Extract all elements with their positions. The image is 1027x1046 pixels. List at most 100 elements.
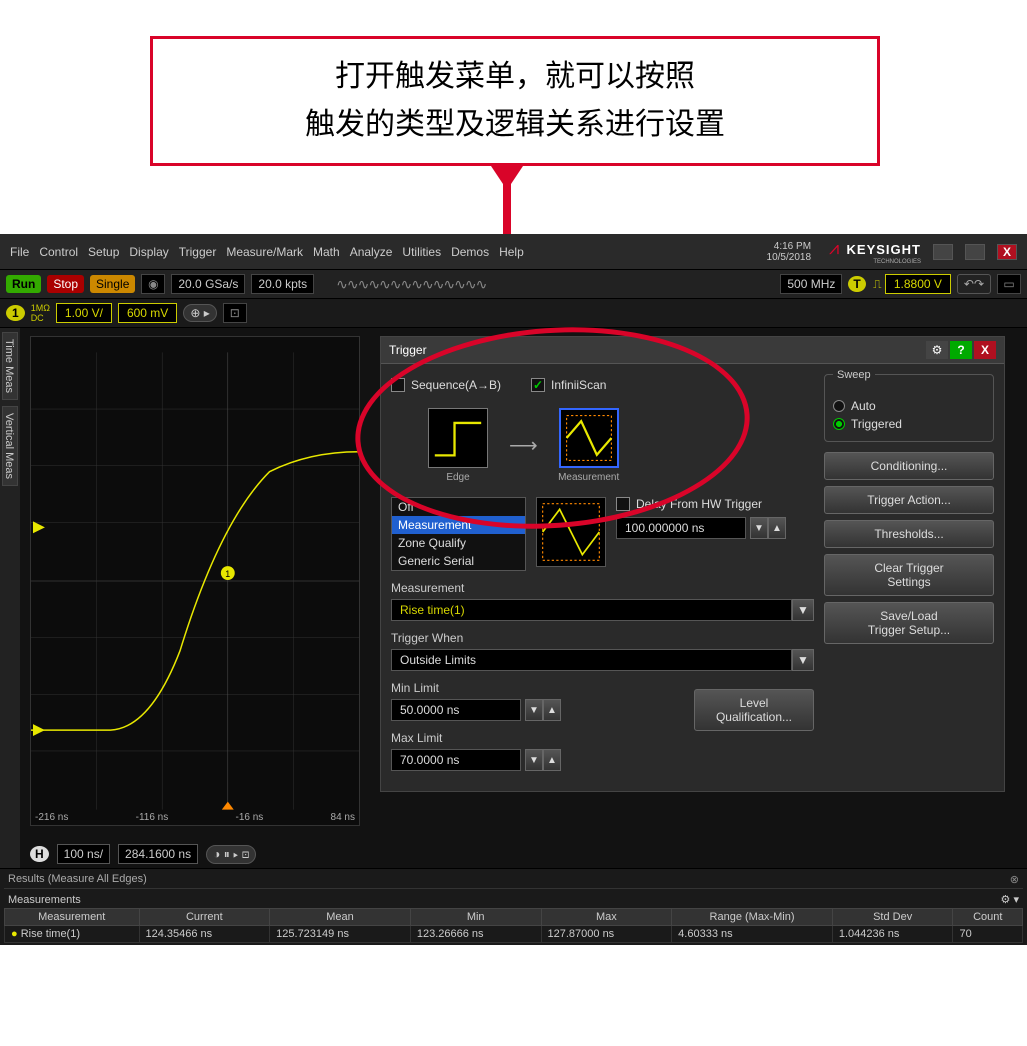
trigger-action-button[interactable]: Trigger Action... xyxy=(824,486,994,514)
infiniiscan-mode-list[interactable]: Off Measurement Zone Qualify Generic Ser… xyxy=(391,497,526,571)
menu-setup[interactable]: Setup xyxy=(88,245,119,259)
sweep-group: Sweep Auto Triggered xyxy=(824,374,994,442)
cell-name: Rise time(1) xyxy=(21,928,80,940)
down-arrow-icon[interactable]: ▼ xyxy=(525,699,543,721)
tab-time-meas[interactable]: Time Meas xyxy=(2,332,18,400)
chevron-down-icon[interactable]: ▼ xyxy=(792,649,814,671)
up-arrow-icon[interactable]: ▲ xyxy=(543,699,561,721)
help-icon[interactable]: ? xyxy=(950,341,972,359)
delay-value-field[interactable]: 100.000000 ns xyxy=(616,517,746,539)
trigger-dialog-title-bar[interactable]: Trigger ⚙ ? X xyxy=(381,337,1004,364)
timebase-updown[interactable]: ◑ ⏸ ▸ ⊡ xyxy=(206,845,256,864)
up-arrow-icon[interactable]: ▲ xyxy=(768,517,786,539)
chevron-down-icon[interactable]: ▼ xyxy=(792,599,814,621)
trigger-indicator[interactable]: T ⎍ 1.8800 V xyxy=(848,277,950,292)
infiniiscan-label: InfiniiScan xyxy=(551,378,606,392)
xtick: -16 ns xyxy=(235,812,263,823)
delay-hw-trigger-checkbox[interactable]: Delay From HW Trigger xyxy=(616,497,786,511)
col-current[interactable]: Current xyxy=(139,909,270,926)
level-qualification-button[interactable]: Level Qualification... xyxy=(694,689,814,731)
down-arrow-icon[interactable]: ▼ xyxy=(525,749,543,771)
conditioning-button[interactable]: Conditioning... xyxy=(824,452,994,480)
row-marker-icon: ● xyxy=(11,928,18,940)
menu-help[interactable]: Help xyxy=(499,245,524,259)
updown-control[interactable]: ⊕ ▸ xyxy=(183,304,216,322)
waveform-thumbnail xyxy=(536,497,606,567)
col-stddev[interactable]: Std Dev xyxy=(832,909,953,926)
trigger-level-field[interactable]: 1.8800 V xyxy=(885,274,951,294)
gear-icon[interactable]: ⚙ xyxy=(926,341,948,359)
delay-label: Delay From HW Trigger xyxy=(636,497,762,511)
col-count[interactable]: Count xyxy=(953,909,1023,926)
autoscale-icon[interactable]: ◉ xyxy=(141,274,165,294)
undo-redo-buttons[interactable]: ↶↷ xyxy=(957,274,991,294)
single-button[interactable]: Single xyxy=(90,275,135,293)
table-row[interactable]: ● Rise time(1) 124.35466 ns 125.723149 n… xyxy=(5,926,1023,943)
bandwidth-field[interactable]: 500 MHz xyxy=(780,274,842,294)
menu-demos[interactable]: Demos xyxy=(451,245,489,259)
sweep-triggered-radio[interactable]: Triggered xyxy=(833,415,985,433)
timebase-scale-field[interactable]: 100 ns/ xyxy=(57,844,110,864)
sweep-auto-radio[interactable]: Auto xyxy=(833,397,985,415)
gear-icon[interactable]: ⚙ ▾ xyxy=(1001,893,1019,906)
save-load-trigger-button[interactable]: Save/Load Trigger Setup... xyxy=(824,602,994,644)
edge-node[interactable]: Edge xyxy=(421,408,495,483)
menu-measure-mark[interactable]: Measure/Mark xyxy=(226,245,303,259)
trigger-when-combo[interactable]: Outside Limits ▼ xyxy=(391,649,814,671)
down-arrow-icon[interactable]: ▼ xyxy=(750,517,768,539)
channel-offset-field[interactable]: 600 mV xyxy=(118,303,177,323)
trigger-when-value: Outside Limits xyxy=(391,649,792,671)
clear-trigger-button[interactable]: Clear Trigger Settings xyxy=(824,554,994,596)
menu-analyze[interactable]: Analyze xyxy=(350,245,393,259)
tab-vertical-meas[interactable]: Vertical Meas xyxy=(2,406,18,486)
add-channel-icon[interactable]: ⊡ xyxy=(223,303,247,323)
close-button[interactable]: X xyxy=(997,244,1017,260)
measurement-combo[interactable]: Rise time(1) ▼ xyxy=(391,599,814,621)
channel-scale-field[interactable]: 1.00 V/ xyxy=(56,303,112,323)
menu-file[interactable]: File xyxy=(10,245,29,259)
thresholds-button[interactable]: Thresholds... xyxy=(824,520,994,548)
list-item[interactable]: Off xyxy=(392,498,525,516)
horizontal-badge[interactable]: H xyxy=(30,846,49,862)
delay-spinner[interactable]: ▼ ▲ xyxy=(750,517,786,539)
run-button[interactable]: Run xyxy=(6,275,41,293)
memory-depth-field[interactable]: 20.0 kpts xyxy=(251,274,314,294)
col-measurement[interactable]: Measurement xyxy=(5,909,140,926)
col-max[interactable]: Max xyxy=(541,909,672,926)
measurement-node[interactable]: Measurement xyxy=(552,408,626,483)
waveform-grid[interactable]: 1 -216 ns -116 ns -16 ns 84 ns xyxy=(30,336,360,826)
min-limit-field[interactable]: 50.0000 ns xyxy=(391,699,521,721)
list-item[interactable]: Zone Qualify xyxy=(392,534,525,552)
main-area: Time Meas Vertical Meas 1 xyxy=(0,328,1027,868)
menu-math[interactable]: Math xyxy=(313,245,340,259)
infiniiscan-checkbox[interactable]: InfiniiScan xyxy=(531,378,606,392)
results-close-icon[interactable]: ⊗ xyxy=(1010,873,1019,886)
list-item[interactable]: Measurement xyxy=(392,516,525,534)
col-range[interactable]: Range (Max-Min) xyxy=(672,909,833,926)
layout-icon[interactable]: ▭ xyxy=(997,274,1021,294)
annotation-callout: 打开触发菜单，就可以按照 触发的类型及逻辑关系进行设置 xyxy=(150,36,880,166)
timebase-delay-field[interactable]: 284.1600 ns xyxy=(118,844,198,864)
cell-current: 124.35466 ns xyxy=(139,926,270,943)
menu-trigger[interactable]: Trigger xyxy=(179,245,217,259)
sample-rate-field[interactable]: 20.0 GSa/s xyxy=(171,274,245,294)
maximize-button[interactable] xyxy=(965,244,985,260)
cell-mean: 125.723149 ns xyxy=(270,926,411,943)
arrow-right-icon: ⟶ xyxy=(509,433,538,458)
xtick: -216 ns xyxy=(35,812,68,823)
menu-utilities[interactable]: Utilities xyxy=(402,245,441,259)
channel-1-badge[interactable]: 1 xyxy=(6,305,25,321)
dialog-close-icon[interactable]: X xyxy=(974,341,996,359)
sequence-checkbox[interactable]: Sequence(A→B) xyxy=(391,378,501,392)
menu-display[interactable]: Display xyxy=(129,245,168,259)
up-arrow-icon[interactable]: ▲ xyxy=(543,749,561,771)
list-item[interactable]: Generic Serial xyxy=(392,552,525,570)
min-limit-label: Min Limit xyxy=(391,681,684,695)
max-limit-field[interactable]: 70.0000 ns xyxy=(391,749,521,771)
menu-control[interactable]: Control xyxy=(39,245,78,259)
oscilloscope-app: File Control Setup Display Trigger Measu… xyxy=(0,234,1027,934)
col-min[interactable]: Min xyxy=(410,909,541,926)
stop-button[interactable]: Stop xyxy=(47,275,84,293)
col-mean[interactable]: Mean xyxy=(270,909,411,926)
minimize-button[interactable] xyxy=(933,244,953,260)
